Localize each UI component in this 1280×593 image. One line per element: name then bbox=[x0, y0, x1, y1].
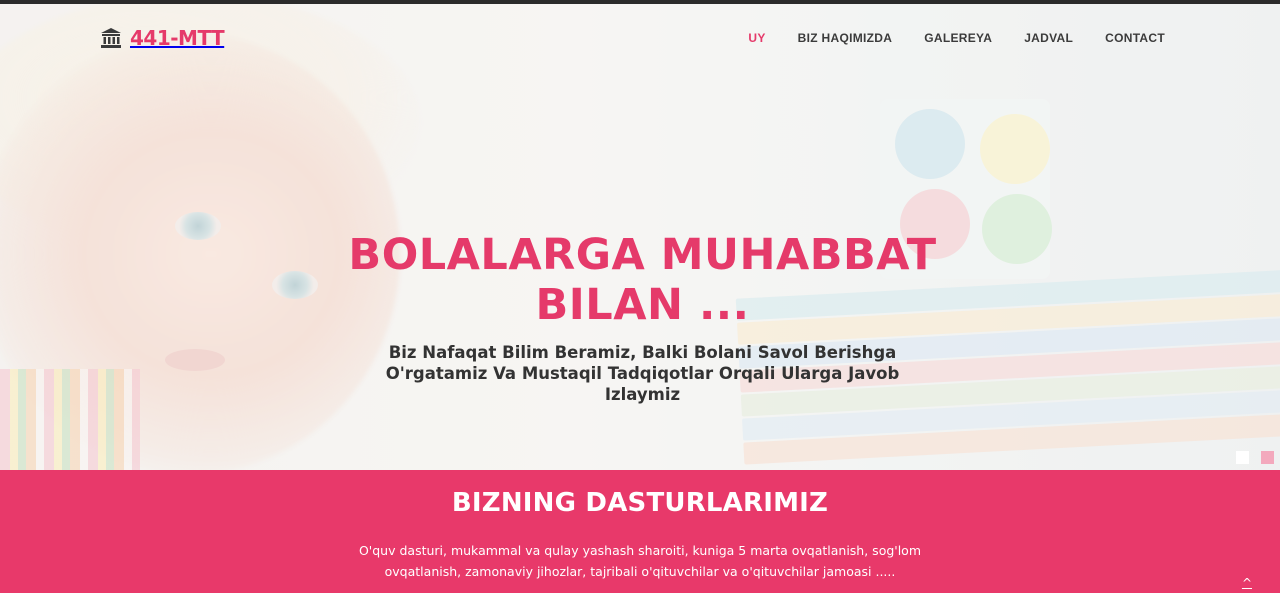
main-nav: UY BIZ HAQIMIZDA GALEREYA JADVAL CONTACT bbox=[748, 31, 1165, 45]
nav-item-biz-haqimizda[interactable]: BIZ HAQIMIZDA bbox=[798, 31, 893, 45]
hero-title: BOLALARGA MUHABBAT BILAN ... bbox=[340, 230, 945, 330]
chevron-up-icon[interactable]: ^ bbox=[1242, 576, 1252, 590]
institution-icon bbox=[101, 28, 121, 48]
nav-item-contact[interactable]: CONTACT bbox=[1105, 31, 1165, 45]
nav-item-jadval[interactable]: JADVAL bbox=[1024, 31, 1073, 45]
programs-section: BIZNING DASTURLARIMIZ O'quv dasturi, muk… bbox=[0, 470, 1280, 593]
site-header: 441-MTT UY BIZ HAQIMIZDA GALEREYA JADVAL… bbox=[0, 4, 1280, 74]
slide-indicator[interactable] bbox=[1236, 451, 1249, 464]
nav-item-uy[interactable]: UY bbox=[748, 31, 765, 45]
brand-name: 441-MTT bbox=[130, 26, 225, 50]
hero-title-line: BOLALARGA MUHABBAT bbox=[348, 230, 937, 280]
slider-pagination bbox=[1236, 451, 1274, 464]
programs-title: BIZNING DASTURLARIMIZ bbox=[451, 488, 829, 518]
brand-logo[interactable]: 441-MTT bbox=[100, 26, 225, 50]
slide-indicator-active[interactable] bbox=[1261, 451, 1274, 464]
hero-subtitle: Biz Nafaqat Bilim Beramiz, Balki Bolani … bbox=[385, 343, 900, 404]
programs-description: O'quv dasturi, mukammal va qulay yashash… bbox=[358, 543, 922, 579]
nav-item-galereya[interactable]: GALEREYA bbox=[924, 31, 992, 45]
hero-title-line: BILAN ... bbox=[535, 280, 750, 330]
